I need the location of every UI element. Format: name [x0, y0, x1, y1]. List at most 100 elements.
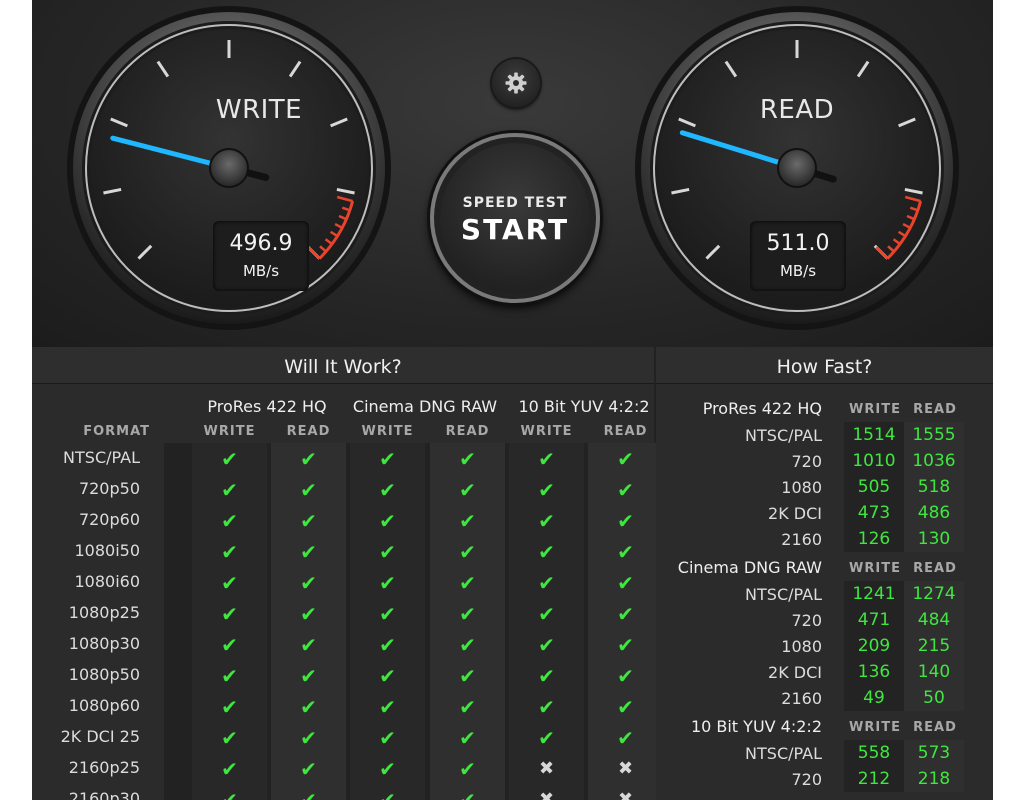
how-fast-row-label: 1080 — [781, 637, 822, 656]
checkmark-icon: ✔ — [617, 725, 634, 750]
write-speed-unit: MB/s — [242, 262, 280, 280]
write-fps-value: 473 — [857, 503, 891, 523]
read-speed-readout: 511.0 MB/s — [750, 221, 846, 291]
read-speed-value: 511.0 — [766, 231, 830, 256]
format-row-label: 1080i60 — [74, 572, 140, 591]
checkmark-icon: ✔ — [538, 632, 555, 657]
subcolumn-header: READ — [445, 424, 490, 439]
cross-icon: ✖ — [617, 789, 634, 800]
checkmark-icon: ✔ — [617, 508, 634, 533]
checkmark-icon: ✔ — [538, 477, 555, 502]
start-button-label: START — [460, 213, 570, 246]
write-fps-value: 136 — [857, 662, 891, 682]
read-fps-value: 140 — [917, 662, 951, 682]
checkmark-icon: ✔ — [300, 508, 317, 533]
read-gauge-title: READ — [759, 95, 835, 125]
will-it-work-panel: Will It Work? ProRes 422 HQ Cinema DNG RA… — [32, 347, 663, 800]
checkmark-icon: ✔ — [379, 663, 396, 688]
checkmark-icon: ✔ — [379, 539, 396, 564]
how-fast-row-label: 720 — [791, 452, 822, 471]
checkmark-icon: ✔ — [538, 663, 555, 688]
how-fast-row-label: 2160 — [781, 689, 822, 708]
write-gauge-title: WRITE — [215, 95, 303, 125]
read-gauge-hub — [777, 148, 817, 188]
checkmark-icon: ✔ — [300, 632, 317, 657]
how-fast-write-header: WRITE — [849, 402, 901, 417]
checkmark-icon: ✔ — [617, 663, 634, 688]
checkmark-icon: ✔ — [300, 787, 317, 800]
checkmark-icon: ✔ — [300, 663, 317, 688]
checkmark-icon: ✔ — [221, 663, 238, 688]
read-fps-value: 1274 — [912, 584, 956, 604]
checkmark-icon: ✔ — [379, 477, 396, 502]
start-button-caption: SPEED TEST — [462, 195, 568, 211]
checkmark-icon: ✔ — [379, 601, 396, 626]
how-fast-row-label: NTSC/PAL — [745, 426, 822, 445]
write-fps-value: 505 — [857, 477, 891, 497]
codec-header: Cinema DNG RAW — [352, 397, 498, 416]
checkmark-icon: ✔ — [300, 601, 317, 626]
read-fps-value: 486 — [917, 503, 951, 523]
write-fps-value: 1514 — [852, 425, 896, 445]
settings-button[interactable] — [492, 59, 540, 107]
checkmark-icon: ✔ — [617, 477, 634, 502]
how-fast-row-label: NTSC/PAL — [745, 744, 822, 763]
checkmark-icon: ✔ — [617, 694, 634, 719]
read-fps-value: 130 — [917, 529, 951, 549]
write-fps-value: 1241 — [852, 584, 896, 604]
checkmark-icon: ✔ — [300, 694, 317, 719]
checkmark-icon: ✔ — [379, 508, 396, 533]
checkmark-icon: ✔ — [538, 725, 555, 750]
format-row-label: 1080i50 — [74, 541, 140, 560]
checkmark-icon: ✔ — [538, 694, 555, 719]
write-fps-value: 1010 — [852, 451, 896, 471]
how-fast-section-header: Cinema DNG RAW — [677, 558, 822, 577]
checkmark-icon: ✔ — [459, 446, 476, 471]
write-fps-value: 558 — [857, 743, 891, 763]
checkmark-icon: ✔ — [221, 570, 238, 595]
checkmark-icon: ✔ — [538, 539, 555, 564]
checkmark-icon: ✔ — [459, 725, 476, 750]
checkmark-icon: ✔ — [459, 632, 476, 657]
how-fast-write-header: WRITE — [849, 561, 901, 576]
checkmark-icon: ✔ — [538, 601, 555, 626]
how-fast-section-header: 10 Bit YUV 4:2:2 — [690, 717, 822, 736]
how-fast-row-label: NTSC/PAL — [745, 585, 822, 604]
cross-icon: ✖ — [538, 789, 555, 800]
read-fps-value: 50 — [923, 688, 945, 708]
checkmark-icon: ✔ — [300, 446, 317, 471]
checkmark-icon: ✔ — [379, 725, 396, 750]
checkmark-icon: ✔ — [459, 570, 476, 595]
checkmark-icon: ✔ — [379, 570, 396, 595]
how-fast-row-label: 720 — [791, 611, 822, 630]
codec-header: ProRes 422 HQ — [207, 397, 327, 416]
subcolumn-header: READ — [286, 424, 331, 439]
checkmark-icon: ✔ — [300, 725, 317, 750]
checkmark-icon: ✔ — [459, 663, 476, 688]
how-fast-write-header: WRITE — [849, 720, 901, 735]
format-row-label: 1080p50 — [68, 665, 140, 684]
write-speed-readout: 496.9 MB/s — [213, 221, 309, 291]
read-fps-value: 484 — [917, 610, 951, 630]
cross-icon: ✖ — [617, 758, 634, 779]
format-row-label: 720p50 — [78, 479, 140, 498]
checkmark-icon: ✔ — [538, 508, 555, 533]
codec-header: 10 Bit YUV 4:2:2 — [518, 397, 650, 416]
write-gauge: WRITE 496.9 MB/s — [64, 3, 394, 337]
checkmark-icon: ✔ — [617, 632, 634, 657]
checkmark-icon: ✔ — [379, 694, 396, 719]
checkmark-icon: ✔ — [459, 477, 476, 502]
checkmark-icon: ✔ — [538, 446, 555, 471]
checkmark-icon: ✔ — [538, 570, 555, 595]
checkmark-icon: ✔ — [221, 539, 238, 564]
checkmark-icon: ✔ — [221, 601, 238, 626]
subcolumn-header: READ — [603, 424, 648, 439]
write-gauge-hub — [209, 148, 249, 188]
gauges-area: WRITE 496.9 MB/s SPEED TEST START READ 5… — [32, 0, 993, 347]
how-fast-row-label: 2K DCI — [768, 663, 822, 682]
read-fps-value: 218 — [917, 769, 951, 789]
how-fast-read-header: READ — [913, 402, 957, 417]
checkmark-icon: ✔ — [300, 756, 317, 781]
checkmark-icon: ✔ — [221, 694, 238, 719]
speed-test-start-button[interactable]: SPEED TEST START — [430, 133, 600, 303]
